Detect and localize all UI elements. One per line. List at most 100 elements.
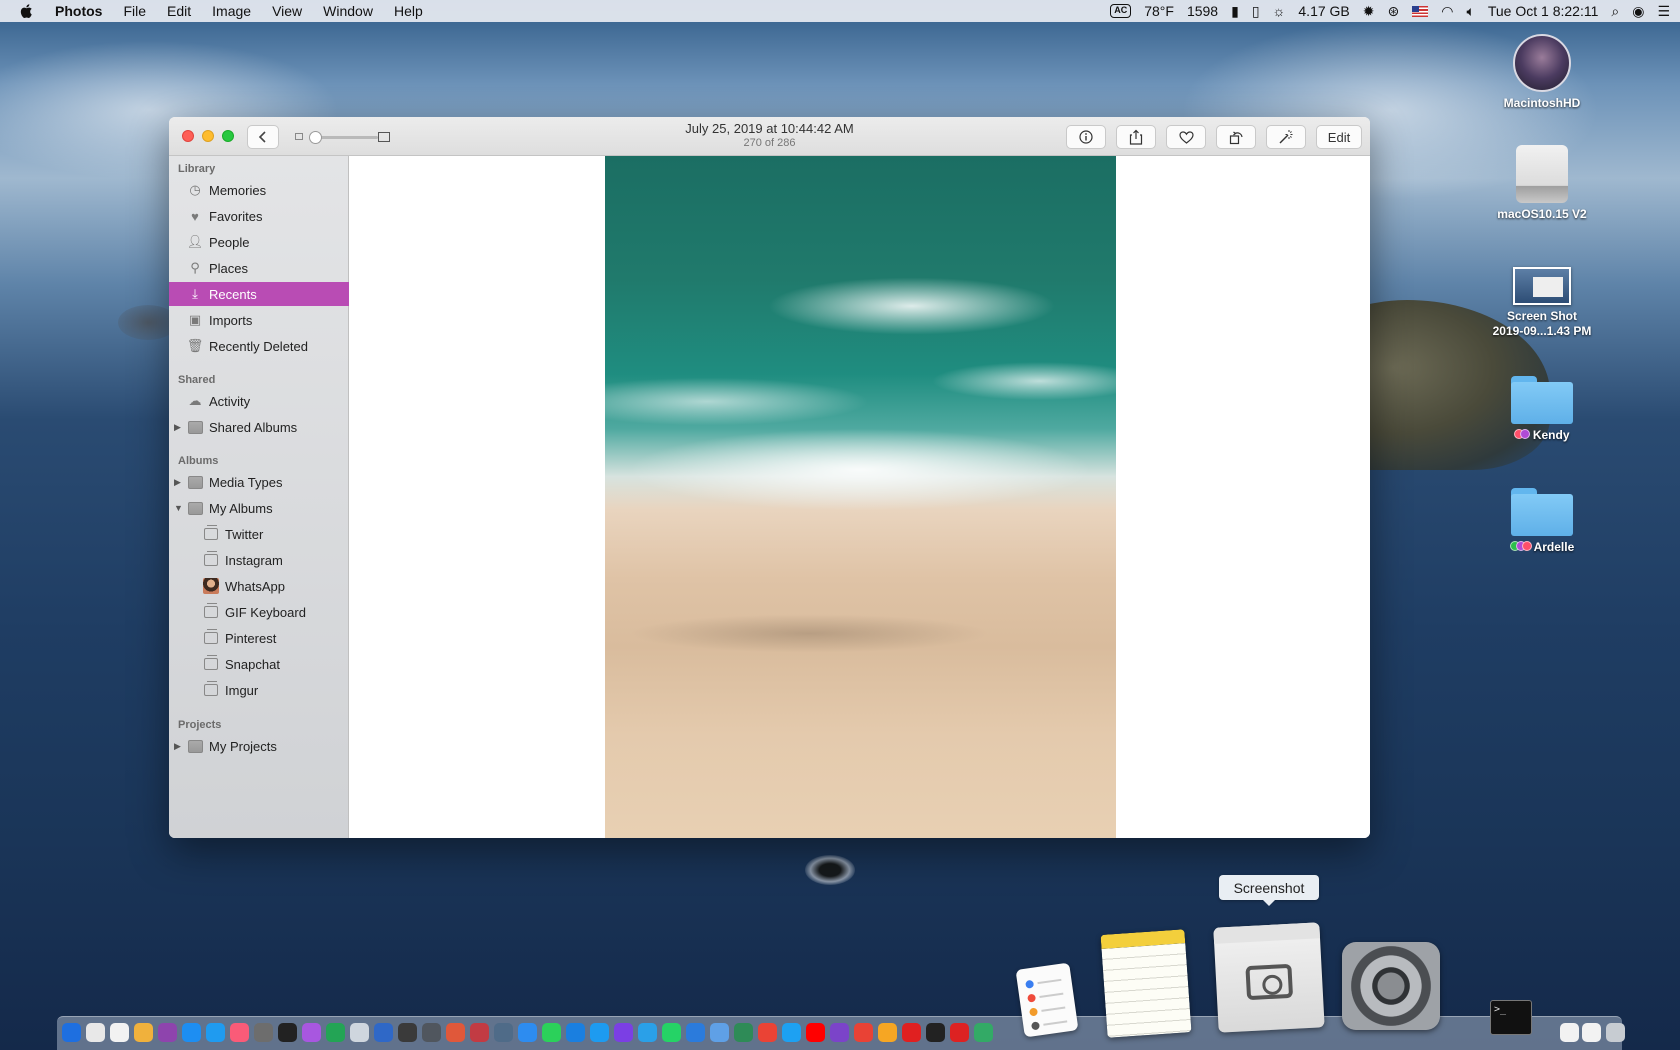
desktop-icon-kendy-folder[interactable]: Kendy [1482, 376, 1602, 443]
dock-app-icon[interactable] [518, 1023, 537, 1042]
dock-app-icon[interactable] [566, 1023, 585, 1042]
sidebar-item-memories[interactable]: ◷ Memories [169, 178, 349, 202]
notification-center-icon[interactable]: ☰ [1657, 4, 1670, 18]
sidebar-item-recently-deleted[interactable]: 🗑︎ Recently Deleted [169, 334, 349, 358]
dock-app-icon[interactable] [326, 1023, 345, 1042]
sidebar-album-imgur[interactable]: Imgur [169, 678, 349, 702]
menu-file[interactable]: File [123, 3, 146, 19]
apple-menu-icon[interactable] [19, 3, 35, 19]
menu-app-photos[interactable]: Photos [55, 3, 102, 19]
dock-app-icon[interactable] [974, 1023, 993, 1042]
dock-app-icon[interactable] [806, 1023, 825, 1042]
sidebar-item-activity[interactable]: ☁ Activity [169, 389, 349, 413]
dock-app-notes[interactable] [1100, 929, 1192, 1038]
brightness-icon[interactable]: ☼ [1273, 4, 1286, 18]
sidebar-item-imports[interactable]: ▣ Imports [169, 308, 349, 332]
dock-app-icon[interactable] [926, 1023, 945, 1042]
volume-icon[interactable]: 🔈︎ [1466, 4, 1474, 18]
dock-app-icon[interactable] [230, 1023, 249, 1042]
dock-app-icon[interactable] [398, 1023, 417, 1042]
dock-app-icon[interactable] [854, 1023, 873, 1042]
sidebar-album-instagram[interactable]: Instagram [169, 548, 349, 572]
dock-app-icon[interactable] [446, 1023, 465, 1042]
dock-app-icon[interactable] [278, 1023, 297, 1042]
temperature-status[interactable]: 78°F [1144, 3, 1174, 19]
spotlight-search-icon[interactable]: ⌕ [1611, 4, 1619, 18]
siri-icon[interactable]: ◉ [1632, 4, 1644, 18]
sun-icon[interactable]: ✹ [1363, 4, 1375, 18]
edit-button[interactable]: Edit [1316, 125, 1362, 149]
disclosure-right-icon[interactable]: ▶ [174, 422, 181, 433]
menu-view[interactable]: View [272, 3, 302, 19]
disclosure-right-icon[interactable]: ▶ [174, 741, 181, 752]
dock-app-icon[interactable] [878, 1023, 897, 1042]
memory-status[interactable]: 4.17 GB [1298, 3, 1349, 19]
dock-app-icon[interactable] [950, 1023, 969, 1042]
dock-app-icon[interactable] [830, 1023, 849, 1042]
share-button[interactable] [1116, 125, 1156, 149]
disclosure-down-icon[interactable]: ▼ [174, 503, 183, 513]
photo-viewer[interactable] [349, 156, 1370, 838]
menu-window[interactable]: Window [323, 3, 373, 19]
dock-app-icon[interactable] [206, 1023, 225, 1042]
dock-app-icon[interactable] [614, 1023, 633, 1042]
us-flag-input-icon[interactable] [1412, 5, 1429, 17]
dock-app-icon[interactable] [542, 1023, 561, 1042]
dock-app-system-preferences[interactable] [1342, 942, 1440, 1030]
dock-app-reminders[interactable] [1015, 962, 1079, 1038]
dock-app-icon[interactable] [494, 1023, 513, 1042]
sidebar-item-recents[interactable]: ⤓ Recents [169, 282, 349, 306]
dock-folder-icon[interactable] [1560, 1023, 1579, 1042]
menu-image[interactable]: Image [212, 3, 251, 19]
sidebar-album-snapchat[interactable]: Snapchat [169, 652, 349, 676]
menu-help[interactable]: Help [394, 3, 423, 19]
dock-app-icon[interactable] [422, 1023, 441, 1042]
clock[interactable]: Tue Oct 1 8:22:11 [1488, 3, 1599, 19]
dock-app-icon[interactable] [374, 1023, 393, 1042]
dock-app-icon[interactable] [902, 1023, 921, 1042]
dock-app-icon[interactable] [710, 1023, 729, 1042]
dock-app-icon[interactable] [110, 1023, 129, 1042]
desktop-icon-ardelle-folder[interactable]: Ardelle [1482, 488, 1602, 555]
sidebar-album-gif-keyboard[interactable]: GIF Keyboard [169, 600, 349, 624]
sidebar-album-twitter[interactable]: Twitter [169, 522, 349, 546]
power-source-badge[interactable]: AC [1110, 4, 1132, 18]
beach-aerial-photo[interactable] [605, 156, 1116, 838]
counter-status[interactable]: 1598 [1187, 3, 1218, 19]
dock-app-icon[interactable] [734, 1023, 753, 1042]
sidebar-album-pinterest[interactable]: Pinterest [169, 626, 349, 650]
sidebar-item-my-projects[interactable]: ▶ My Projects [169, 734, 349, 758]
disclosure-right-icon[interactable]: ▶ [174, 477, 181, 488]
dock-app-icon[interactable] [590, 1023, 609, 1042]
sidebar-item-favorites[interactable]: ♥ Favorites [169, 204, 349, 228]
battery-alt-icon[interactable]: ▯ [1252, 4, 1260, 18]
sidebar-album-whatsapp[interactable]: WhatsApp [169, 574, 349, 598]
favorite-button[interactable] [1166, 125, 1206, 149]
sidebar-item-places[interactable]: ⚲ Places [169, 256, 349, 280]
dock-app-terminal[interactable]: >_ [1490, 1000, 1532, 1035]
dock-app-icon[interactable] [134, 1023, 153, 1042]
dock-app-screenshot[interactable] [1213, 922, 1325, 1033]
dock-app-icon[interactable] [158, 1023, 177, 1042]
dock-app-icon[interactable] [638, 1023, 657, 1042]
dock-app-icon[interactable] [350, 1023, 369, 1042]
controller-icon[interactable]: ⊛ [1388, 4, 1400, 18]
desktop-icon-macos-volume[interactable]: macOS10.15 V2 [1482, 145, 1602, 222]
battery-icon[interactable]: ▮ [1231, 4, 1239, 18]
wifi-icon[interactable]: ◠ [1441, 4, 1453, 18]
dock-app-icon[interactable] [470, 1023, 489, 1042]
window-titlebar[interactable]: July 25, 2019 at 10:44:42 AM 270 of 286 … [169, 117, 1370, 156]
desktop-icon-macintoshhd[interactable]: MacintoshHD [1482, 34, 1602, 111]
enhance-button[interactable] [1266, 125, 1306, 149]
sidebar-item-my-albums[interactable]: ▼ My Albums [169, 496, 349, 520]
dock-app-icon[interactable] [758, 1023, 777, 1042]
sidebar-item-media-types[interactable]: ▶ Media Types [169, 470, 349, 494]
dock-folder-icon[interactable] [1582, 1023, 1601, 1042]
dock-app-icon[interactable] [254, 1023, 273, 1042]
dock-app-icon[interactable] [182, 1023, 201, 1042]
dock-trash-icon[interactable] [1606, 1023, 1625, 1042]
dock-app-icon[interactable] [86, 1023, 105, 1042]
dock-app-icon[interactable] [662, 1023, 681, 1042]
dock-app-icon[interactable] [62, 1023, 81, 1042]
menu-edit[interactable]: Edit [167, 3, 191, 19]
